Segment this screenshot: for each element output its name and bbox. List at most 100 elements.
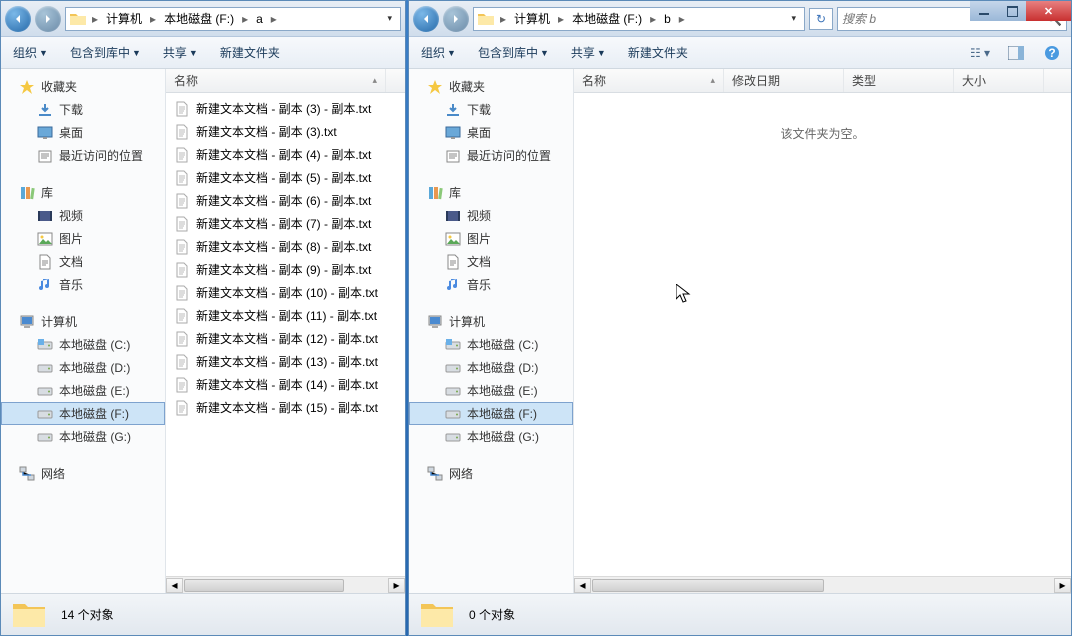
column-type[interactable]: 类型 (844, 69, 954, 92)
sidebar-disk-item[interactable]: 本地磁盘 (E:) (1, 379, 165, 402)
scroll-left-button[interactable]: ◂ (166, 578, 183, 593)
preview-pane-button[interactable] (1005, 42, 1027, 64)
horizontal-scrollbar[interactable]: ◂ ▸ (574, 576, 1071, 593)
chevron-right-icon[interactable]: ▸ (240, 12, 250, 26)
crumb-computer[interactable]: 计算机 (102, 8, 146, 29)
sidebar-item[interactable]: 音乐 (409, 273, 573, 296)
sidebar-favorites[interactable]: 收藏夹 (1, 75, 165, 98)
chevron-right-icon[interactable]: ▸ (498, 12, 508, 26)
file-item[interactable]: 新建文本文档 - 副本 (7) - 副本.txt (166, 212, 405, 235)
share-menu[interactable]: 共享 ▼ (159, 41, 202, 64)
forward-button[interactable] (35, 6, 61, 32)
sidebar-item[interactable]: 下载 (409, 98, 573, 121)
new-folder-button[interactable]: 新建文件夹 (624, 41, 692, 64)
chevron-right-icon[interactable]: ▸ (90, 12, 100, 26)
file-item[interactable]: 新建文本文档 - 副本 (6) - 副本.txt (166, 189, 405, 212)
address-bar[interactable]: ▸ 计算机 ▸ 本地磁盘 (F:) ▸ a ▸ ▾ (65, 7, 401, 31)
sidebar-item[interactable]: 最近访问的位置 (1, 144, 165, 167)
crumb-disk[interactable]: 本地磁盘 (F:) (568, 8, 646, 29)
scroll-right-button[interactable]: ▸ (1054, 578, 1071, 593)
crumb-disk[interactable]: 本地磁盘 (F:) (160, 8, 238, 29)
share-menu[interactable]: 共享 ▼ (567, 41, 610, 64)
sidebar-libraries[interactable]: 库 (1, 181, 165, 204)
sidebar-disk-item[interactable]: 本地磁盘 (D:) (1, 356, 165, 379)
column-name[interactable]: 名称▴ (574, 69, 724, 92)
minimize-button[interactable] (970, 1, 998, 21)
new-folder-button[interactable]: 新建文件夹 (216, 41, 284, 64)
file-item[interactable]: 新建文本文档 - 副本 (4) - 副本.txt (166, 143, 405, 166)
chevron-right-icon[interactable]: ▸ (148, 12, 158, 26)
sidebar-network[interactable]: 网络 (1, 462, 165, 485)
chevron-right-icon[interactable]: ▸ (648, 12, 658, 26)
sidebar-item[interactable]: 桌面 (409, 121, 573, 144)
sidebar-item[interactable]: 文档 (1, 250, 165, 273)
file-item[interactable]: 新建文本文档 - 副本 (9) - 副本.txt (166, 258, 405, 281)
library-item-icon (445, 277, 461, 293)
sidebar-item[interactable]: 视频 (409, 204, 573, 227)
sidebar-computer[interactable]: 计算机 (1, 310, 165, 333)
columns-header: 名称▴ 修改日期 类型 大小 (574, 69, 1071, 93)
file-item[interactable]: 新建文本文档 - 副本 (14) - 副本.txt (166, 373, 405, 396)
file-item[interactable]: 新建文本文档 - 副本 (10) - 副本.txt (166, 281, 405, 304)
refresh-button[interactable]: ↻ (809, 8, 833, 30)
scroll-right-button[interactable]: ▸ (388, 578, 405, 593)
chevron-right-icon[interactable]: ▸ (556, 12, 566, 26)
sidebar-item[interactable]: 图片 (1, 227, 165, 250)
sidebar-item[interactable]: 文档 (409, 250, 573, 273)
status-bar: 14 个对象 (1, 593, 405, 635)
file-item[interactable]: 新建文本文档 - 副本 (3).txt (166, 120, 405, 143)
sidebar-disk-item[interactable]: 本地磁盘 (F:) (1, 402, 165, 425)
file-item[interactable]: 新建文本文档 - 副本 (15) - 副本.txt (166, 396, 405, 419)
column-size[interactable]: 大小 (954, 69, 1044, 92)
close-button[interactable] (1026, 1, 1071, 21)
sidebar-item[interactable]: 视频 (1, 204, 165, 227)
help-button[interactable]: ? (1041, 42, 1063, 64)
file-list[interactable]: 该文件夹为空。 (574, 93, 1071, 576)
forward-button[interactable] (443, 6, 469, 32)
maximize-button[interactable] (998, 1, 1026, 21)
include-library-menu[interactable]: 包含到库中 ▼ (66, 41, 145, 64)
back-button[interactable] (5, 6, 31, 32)
sidebar-disk-item[interactable]: 本地磁盘 (C:) (1, 333, 165, 356)
sidebar-item[interactable]: 下载 (1, 98, 165, 121)
file-item[interactable]: 新建文本文档 - 副本 (12) - 副本.txt (166, 327, 405, 350)
history-dropdown[interactable]: ▾ (383, 13, 396, 24)
organize-menu[interactable]: 组织 ▼ (417, 41, 460, 64)
file-list[interactable]: 新建文本文档 - 副本 (3) - 副本.txt新建文本文档 - 副本 (3).… (166, 93, 405, 576)
crumb-computer[interactable]: 计算机 (510, 8, 554, 29)
include-library-menu[interactable]: 包含到库中 ▼ (474, 41, 553, 64)
history-dropdown[interactable]: ▾ (787, 13, 800, 24)
crumb-folder[interactable]: a (252, 10, 267, 28)
sidebar-libraries[interactable]: 库 (409, 181, 573, 204)
sidebar-item[interactable]: 音乐 (1, 273, 165, 296)
sidebar-item[interactable]: 桌面 (1, 121, 165, 144)
scroll-left-button[interactable]: ◂ (574, 578, 591, 593)
chevron-right-icon[interactable]: ▸ (269, 12, 279, 26)
sidebar-computer[interactable]: 计算机 (409, 310, 573, 333)
text-file-icon (174, 170, 190, 186)
sidebar-disk-item[interactable]: 本地磁盘 (G:) (409, 425, 573, 448)
address-bar[interactable]: ▸ 计算机 ▸ 本地磁盘 (F:) ▸ b ▸ ▾ (473, 7, 805, 31)
column-modified[interactable]: 修改日期 (724, 69, 844, 92)
sidebar-disk-item[interactable]: 本地磁盘 (G:) (1, 425, 165, 448)
file-item[interactable]: 新建文本文档 - 副本 (3) - 副本.txt (166, 97, 405, 120)
file-item[interactable]: 新建文本文档 - 副本 (13) - 副本.txt (166, 350, 405, 373)
sidebar-disk-item[interactable]: 本地磁盘 (F:) (409, 402, 573, 425)
sidebar-item[interactable]: 最近访问的位置 (409, 144, 573, 167)
chevron-right-icon[interactable]: ▸ (677, 12, 687, 26)
organize-menu[interactable]: 组织 ▼ (9, 41, 52, 64)
horizontal-scrollbar[interactable]: ◂ ▸ (166, 576, 405, 593)
back-button[interactable] (413, 6, 439, 32)
sidebar-disk-item[interactable]: 本地磁盘 (D:) (409, 356, 573, 379)
sidebar-disk-item[interactable]: 本地磁盘 (E:) (409, 379, 573, 402)
file-item[interactable]: 新建文本文档 - 副本 (8) - 副本.txt (166, 235, 405, 258)
sidebar-item[interactable]: 图片 (409, 227, 573, 250)
view-options-button[interactable]: ☷ ▾ (969, 42, 991, 64)
column-name[interactable]: 名称▴ (166, 69, 386, 92)
sidebar-disk-item[interactable]: 本地磁盘 (C:) (409, 333, 573, 356)
sidebar-network[interactable]: 网络 (409, 462, 573, 485)
file-item[interactable]: 新建文本文档 - 副本 (11) - 副本.txt (166, 304, 405, 327)
crumb-folder[interactable]: b (660, 10, 675, 28)
file-item[interactable]: 新建文本文档 - 副本 (5) - 副本.txt (166, 166, 405, 189)
sidebar-favorites[interactable]: 收藏夹 (409, 75, 573, 98)
